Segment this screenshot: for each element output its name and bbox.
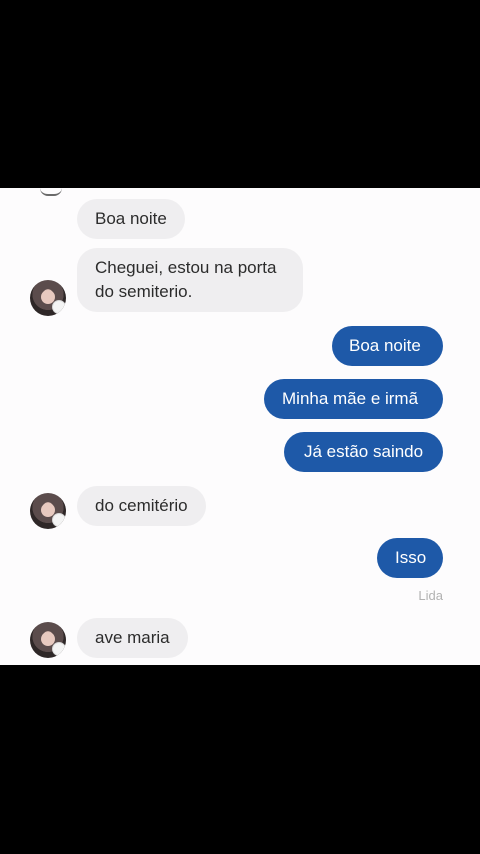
message-text: ave maria (95, 628, 170, 647)
message-text-line: Cheguei, estou na porta (95, 258, 277, 277)
message-text: Já estão saindo (304, 442, 424, 461)
message-outgoing[interactable]: Isso (377, 538, 443, 578)
message-incoming[interactable]: do cemitério (77, 486, 206, 526)
message-text: Minha mãe e irmã (282, 389, 419, 408)
avatar-badge (52, 300, 66, 314)
message-outgoing[interactable]: Boa noite (332, 326, 443, 366)
avatar[interactable] (30, 622, 66, 658)
message-incoming[interactable]: Cheguei, estou na porta do semiterio. (77, 248, 303, 312)
avatar[interactable] (30, 493, 66, 529)
message-outgoing[interactable]: Minha mãe e irmã (264, 379, 443, 419)
message-text: Boa noite (95, 209, 167, 228)
message-outgoing[interactable]: Já estão saindo (284, 432, 443, 472)
message-text: Isso (395, 548, 427, 567)
message-incoming[interactable]: ave maria (77, 618, 188, 658)
message-text: do cemitério (95, 496, 188, 515)
message-text-line: do semiterio. (95, 282, 193, 301)
avatar[interactable] (30, 280, 66, 316)
avatar-badge (52, 513, 66, 527)
read-receipt: Lida (418, 588, 443, 603)
message-incoming[interactable]: Boa noite (77, 199, 185, 239)
message-text: Boa noite (349, 336, 421, 355)
avatar-badge (52, 642, 66, 656)
avatar-partial (40, 188, 62, 196)
chat-thread[interactable]: Boa noite Cheguei, estou na porta do sem… (0, 188, 480, 665)
